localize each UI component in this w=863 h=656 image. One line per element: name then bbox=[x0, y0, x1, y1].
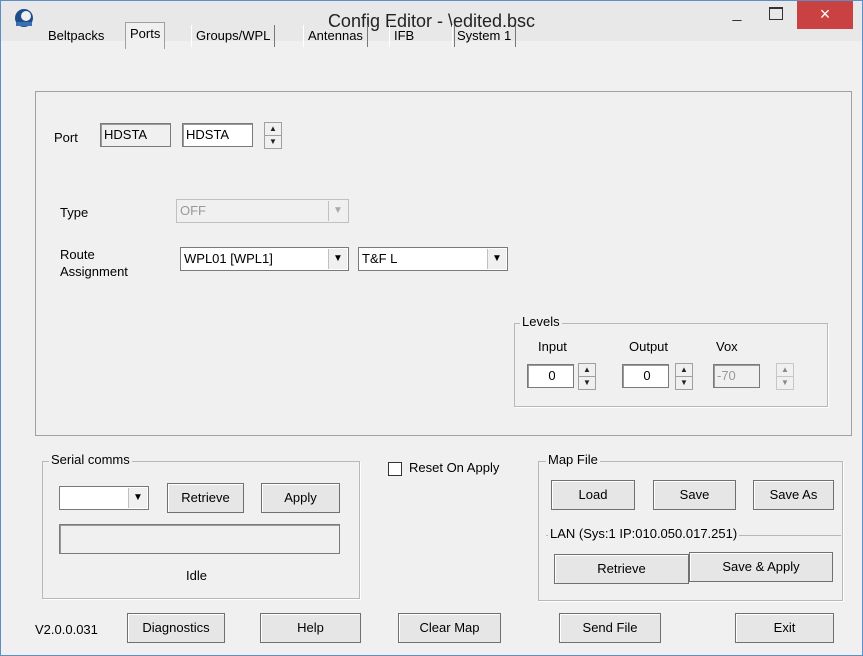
close-button[interactable]: × bbox=[797, 1, 853, 29]
tab-groups-wpl[interactable]: Groups/WPL bbox=[191, 25, 276, 47]
chevron-down-icon[interactable]: ▼ bbox=[487, 249, 506, 269]
tab-antennas[interactable]: Antennas bbox=[303, 25, 368, 47]
type-select: OFF ▼ bbox=[176, 199, 349, 223]
port-name-field[interactable]: HDSTA bbox=[182, 123, 253, 147]
type-label: Type bbox=[60, 205, 89, 220]
map-save-as-button[interactable]: Save As bbox=[753, 480, 834, 510]
vox-label: Vox bbox=[716, 339, 738, 354]
map-file-title: Map File bbox=[546, 452, 600, 467]
lan-retrieve-button[interactable]: Retrieve bbox=[554, 554, 689, 584]
exit-button[interactable]: Exit bbox=[735, 613, 834, 643]
type-select-value: OFF bbox=[180, 203, 206, 218]
port-spin-down-icon[interactable]: ▼ bbox=[264, 135, 282, 149]
output-label: Output bbox=[629, 339, 669, 354]
serial-progress-bar bbox=[59, 524, 340, 554]
diagnostics-button[interactable]: Diagnostics bbox=[127, 613, 225, 643]
vox-spinner: ▲ ▼ bbox=[776, 363, 794, 390]
output-spin-up-icon[interactable]: ▲ bbox=[675, 363, 693, 377]
minimize-button[interactable]: _ bbox=[719, 1, 755, 29]
help-button[interactable]: Help bbox=[260, 613, 361, 643]
send-file-button[interactable]: Send File bbox=[559, 613, 661, 643]
reset-on-apply-checkbox[interactable] bbox=[388, 462, 402, 476]
vox-level-field: -70 bbox=[713, 364, 760, 388]
tab-ports[interactable]: Ports bbox=[125, 22, 166, 49]
port-label: Port bbox=[54, 130, 78, 145]
assignment-label: Assignment bbox=[60, 264, 128, 279]
route-channel-value: T&F L bbox=[362, 251, 398, 266]
route-wpl-value: WPL01 [WPL1] bbox=[184, 251, 273, 266]
ports-tab-panel: Port HDSTA HDSTA ▲ ▼ Type OFF ▼ Route As… bbox=[35, 91, 852, 436]
route-wpl-select[interactable]: WPL01 [WPL1] ▼ bbox=[180, 247, 349, 271]
chevron-down-icon[interactable]: ▼ bbox=[328, 249, 347, 269]
output-spin-down-icon[interactable]: ▼ bbox=[675, 376, 693, 390]
input-level-field[interactable]: 0 bbox=[527, 364, 574, 388]
serial-retrieve-button[interactable]: Retrieve bbox=[167, 483, 244, 513]
reset-on-apply-label: Reset On Apply bbox=[409, 460, 500, 475]
input-spin-down-icon[interactable]: ▼ bbox=[578, 376, 596, 390]
map-load-button[interactable]: Load bbox=[551, 480, 635, 510]
maximize-icon bbox=[769, 7, 783, 20]
chevron-down-icon[interactable]: ▼ bbox=[128, 488, 147, 508]
config-editor-window: Config Editor - \edited.bsc _ × Beltpack… bbox=[0, 0, 863, 656]
input-label: Input bbox=[538, 339, 567, 354]
route-channel-select[interactable]: T&F L ▼ bbox=[358, 247, 508, 271]
version-label: V2.0.0.031 bbox=[35, 622, 98, 637]
chevron-down-icon: ▼ bbox=[328, 201, 347, 221]
maximize-button[interactable] bbox=[758, 1, 794, 29]
map-save-button[interactable]: Save bbox=[653, 480, 736, 510]
input-spinner[interactable]: ▲ ▼ bbox=[578, 363, 596, 390]
port-id-field: HDSTA bbox=[100, 123, 171, 147]
output-spinner[interactable]: ▲ ▼ bbox=[675, 363, 693, 390]
tab-ifb[interactable]: IFB bbox=[389, 25, 455, 47]
vox-spin-down-icon: ▼ bbox=[776, 376, 794, 390]
output-level-field[interactable]: 0 bbox=[622, 364, 669, 388]
lan-save-apply-button[interactable]: Save & Apply bbox=[689, 552, 833, 582]
levels-title: Levels bbox=[520, 314, 562, 329]
serial-apply-button[interactable]: Apply bbox=[261, 483, 340, 513]
tab-beltpacks[interactable]: Beltpacks bbox=[44, 25, 108, 47]
vox-spin-up-icon: ▲ bbox=[776, 363, 794, 377]
port-spin-up-icon[interactable]: ▲ bbox=[264, 122, 282, 136]
serial-comms-title: Serial comms bbox=[49, 452, 132, 467]
serial-port-select[interactable]: ▼ bbox=[59, 486, 149, 510]
tab-system-1[interactable]: System 1 bbox=[452, 25, 517, 47]
route-label: Route bbox=[60, 247, 95, 262]
lan-title: LAN (Sys:1 IP:010.050.017.251) bbox=[548, 526, 740, 541]
input-spin-up-icon[interactable]: ▲ bbox=[578, 363, 596, 377]
port-spinner[interactable]: ▲ ▼ bbox=[264, 122, 282, 149]
serial-status: Idle bbox=[186, 568, 207, 583]
clear-map-button[interactable]: Clear Map bbox=[398, 613, 501, 643]
